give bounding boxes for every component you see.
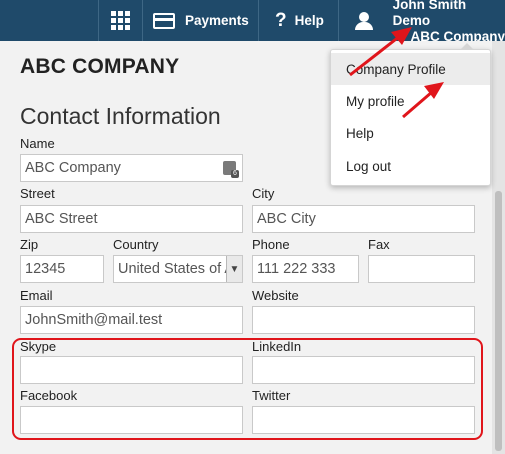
help-button[interactable]: ? Help <box>258 0 338 41</box>
menu-item-log-out[interactable]: Log out <box>331 150 490 182</box>
zip-value: 12345 <box>25 261 66 277</box>
vertical-scrollbar[interactable] <box>492 41 505 454</box>
name-value: ABC Company <box>25 160 121 176</box>
city-input[interactable]: ABC City <box>252 205 475 233</box>
street-value: ABC Street <box>25 211 98 227</box>
payments-label: Payments <box>185 13 249 28</box>
scrollbar-thumb[interactable] <box>495 191 502 451</box>
top-navigation-bar: Payments ? Help John Smith Demo ABC Comp… <box>0 0 505 44</box>
name-label: Name <box>20 136 55 151</box>
website-label: Website <box>252 288 299 303</box>
user-dropdown-menu: Company Profile My profile Help Log out <box>330 43 491 186</box>
city-label: City <box>252 186 275 201</box>
apps-grid-button[interactable] <box>98 0 142 41</box>
email-label: Email <box>20 288 53 303</box>
menu-item-company-profile[interactable]: Company Profile <box>331 53 490 85</box>
dropdown-pointer <box>460 43 474 50</box>
phone-input[interactable]: 111 222 333 <box>252 255 359 283</box>
apps-grid-icon <box>111 11 130 30</box>
company-title: ABC COMPANY <box>20 55 180 78</box>
question-mark-icon: ? <box>275 9 287 31</box>
phone-label: Phone <box>252 237 290 252</box>
chevron-down-icon: ▼ <box>226 256 242 282</box>
character-count-icon <box>223 161 239 178</box>
street-label: Street <box>20 186 55 201</box>
payments-button[interactable]: Payments <box>142 0 258 41</box>
name-input[interactable]: ABC Company <box>20 154 243 182</box>
email-value: JohnSmith@mail.test <box>25 312 163 328</box>
country-label: Country <box>113 237 159 252</box>
menu-item-my-profile[interactable]: My profile <box>331 85 490 117</box>
fax-input[interactable] <box>368 255 475 283</box>
website-input[interactable] <box>252 306 475 334</box>
phone-value: 111 222 333 <box>257 261 336 277</box>
street-input[interactable]: ABC Street <box>20 205 243 233</box>
fax-label: Fax <box>368 237 390 252</box>
zip-label: Zip <box>20 237 39 252</box>
user-icon <box>355 11 373 30</box>
country-value: United States of America <box>118 261 242 277</box>
menu-item-help[interactable]: Help <box>331 117 490 149</box>
annotation-highlight-box <box>12 338 483 440</box>
section-title: Contact Information <box>20 103 221 129</box>
email-input[interactable]: JohnSmith@mail.test <box>20 306 243 334</box>
zip-input[interactable]: 12345 <box>20 255 104 283</box>
country-select[interactable]: United States of America ▼ <box>113 255 243 283</box>
user-name: John Smith Demo <box>392 0 467 28</box>
credit-card-icon <box>153 12 175 29</box>
city-value: ABC City <box>257 211 316 227</box>
help-label: Help <box>294 13 324 28</box>
user-menu-button[interactable]: John Smith Demo ABC Company <box>338 0 505 44</box>
